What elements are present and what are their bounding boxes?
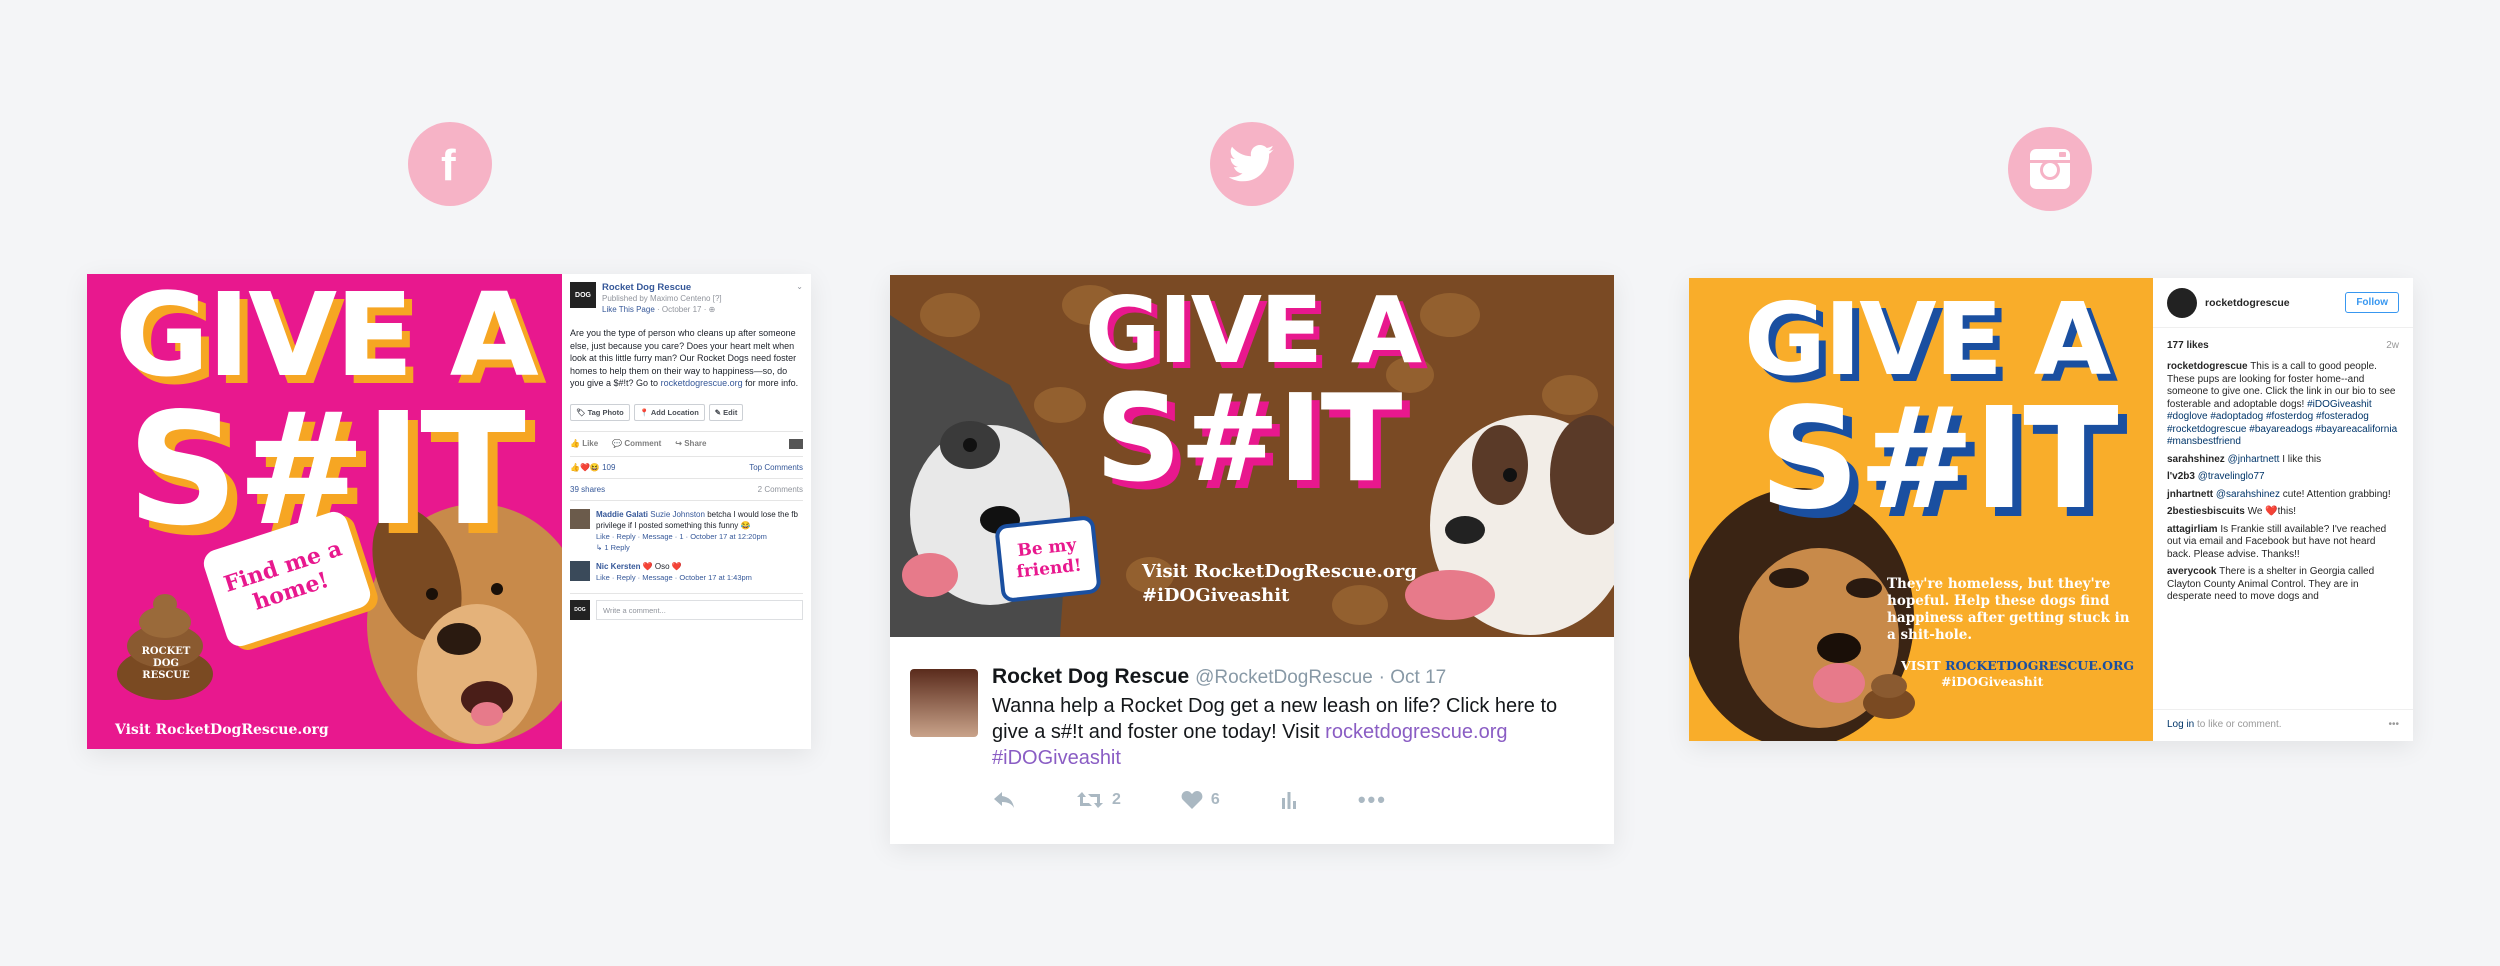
twitter-post-card: GIVE A S#IT Be my friend! Visit RocketDo… <box>890 275 1614 844</box>
likes-count[interactable]: 177 likes <box>2167 340 2209 351</box>
tweet-hashtag[interactable]: #iDOGiveashit <box>992 747 1121 769</box>
list-item: attagirliam Is Frankie still available? … <box>2167 523 2387 560</box>
tweet-text: Wanna help a Rocket Dog get a new leash … <box>992 695 1558 769</box>
list-item: averycook There is a shelter in Georgia … <box>2167 566 2375 602</box>
facebook-icon[interactable]: f <box>408 122 492 206</box>
commenter-avatar[interactable] <box>570 560 590 581</box>
heart-icon <box>1181 791 1203 809</box>
instagram-headline-shit: S#IT <box>1759 378 2119 541</box>
retweet-icon <box>1077 792 1103 808</box>
list-item: jnhartnett @sarahshinez cute! Attention … <box>2167 488 2391 500</box>
shares-count[interactable]: 39 shares <box>570 485 605 494</box>
post-text: Are you the type of person who cleans up… <box>570 328 799 388</box>
instagram-post-panel: rocketdogrescue Follow 177 likes 2w rock… <box>2153 278 2413 741</box>
comments-count[interactable]: 2 Comments <box>758 485 803 494</box>
post-age[interactable]: 2w <box>2386 340 2399 351</box>
retweet-button[interactable]: 2 <box>1076 790 1121 810</box>
facebook-logo-text: ROCKET DOG RESCUE <box>141 646 191 681</box>
twitter-poster-image: GIVE A S#IT Be my friend! Visit RocketDo… <box>890 275 1614 637</box>
page-selector-icon[interactable] <box>789 438 803 449</box>
like-count: 6 <box>1210 791 1220 808</box>
comment-item: Nic Kersten ❤️ Oso ❤️ Like · Reply · Mes… <box>570 557 803 587</box>
post-link[interactable]: rocketdogrescue.org <box>661 378 743 388</box>
profile-avatar[interactable] <box>2167 287 2197 318</box>
analytics-icon[interactable] <box>1280 790 1298 810</box>
comments-list[interactable]: rocketdogrescue This is a call to good p… <box>2153 357 2413 682</box>
like-button[interactable]: 👍 Like <box>570 439 598 448</box>
like-page-link[interactable]: Like This Page <box>602 305 655 314</box>
tweet-avatar[interactable] <box>910 669 978 737</box>
twitter-bubble-text: Be my friend! <box>994 514 1102 604</box>
twitter-headline-shit: S#IT <box>1095 370 1402 509</box>
more-icon[interactable]: ••• <box>1358 787 1387 813</box>
facebook-visit-text: Visit RocketDogRescue.org <box>115 722 329 738</box>
post-date: October 17 <box>661 305 702 314</box>
tweet-handle[interactable]: @RocketDogRescue <box>1195 667 1373 688</box>
reply-icon[interactable] <box>992 790 1016 810</box>
tweet-link[interactable]: rocketdogrescue.org <box>1325 721 1507 743</box>
twitter-icon[interactable] <box>1210 122 1294 206</box>
comment-button[interactable]: 💬 Comment <box>612 439 661 448</box>
follow-button[interactable]: Follow <box>2345 292 2399 313</box>
instagram-poster-text: They're homeless, but they're hopeful. H… <box>1887 576 2130 643</box>
page-avatar[interactable]: DOG <box>570 282 596 308</box>
comment-item: Maddie Galati Suzie Johnston betcha I wo… <box>570 505 803 557</box>
instagram-icon[interactable] <box>2008 127 2092 211</box>
twitter-headline-give-a: GIVE A <box>1085 277 1422 384</box>
retweet-count: 2 <box>1112 791 1121 808</box>
instagram-post-card: GIVE A S#IT They're homeless, but they'r… <box>1689 278 2413 741</box>
published-by: Published by Maximo Centeno [?] <box>602 294 722 303</box>
tweet-date[interactable]: · Oct 17 <box>1379 667 1447 688</box>
add-location-button[interactable]: 📍 Add Location <box>633 403 705 421</box>
caption: rocketdogrescue This is a call to good p… <box>2167 361 2398 447</box>
facebook-post-card: GIVE A S#IT Find me a home! ROCKET DOG R… <box>87 274 811 749</box>
tag-photo-button[interactable]: 🏷 Tag Photo <box>570 403 630 421</box>
like-button[interactable]: 6 <box>1181 790 1220 810</box>
more-options-icon[interactable]: ••• <box>2388 719 2399 732</box>
profile-username[interactable]: rocketdogrescue <box>2205 297 2290 309</box>
tweet-author-name[interactable]: Rocket Dog Rescue <box>992 665 1189 688</box>
facebook-headline-give-a: GIVE A <box>115 274 539 403</box>
svg-text:f: f <box>441 142 456 186</box>
replies-link[interactable]: ↳ 1 Reply <box>596 542 803 553</box>
edit-button[interactable]: ✎ Edit <box>708 403 744 421</box>
instagram-visit-text: VISIT ROCKETDOGRESCUE.ORG #iDOGiveashit <box>1901 658 2135 689</box>
tweet: Rocket Dog Rescue @RocketDogRescue · Oct… <box>890 637 1614 844</box>
share-button[interactable]: ↪ Share <box>675 439 706 448</box>
chevron-down-icon[interactable]: ⌄ <box>796 282 803 291</box>
list-item: l'v2b3 @travelinglo77 <box>2167 471 2265 482</box>
my-avatar: DOG <box>570 599 590 620</box>
instagram-poster-image: GIVE A S#IT They're homeless, but they'r… <box>1689 278 2153 741</box>
write-comment-input[interactable]: Write a comment... <box>596 599 803 620</box>
facebook-post-panel: DOG Rocket Dog Rescue Published by Maxim… <box>562 274 811 749</box>
top-comments-dropdown[interactable]: Top Comments <box>749 463 803 472</box>
twitter-visit-text: Visit RocketDogRescue.org #iDOGiveashit <box>1142 561 1417 606</box>
commenter-avatar[interactable] <box>570 508 590 529</box>
list-item: 2bestiesbiscuits We ❤️this! <box>2167 506 2296 517</box>
reaction-count[interactable]: 👍❤️😆 109 <box>570 463 615 472</box>
instagram-headline-give-a: GIVE A <box>1744 281 2111 398</box>
list-item: sarahshinez @jnhartnett I like this <box>2167 453 2322 465</box>
login-link[interactable]: Log in <box>2167 719 2194 730</box>
page-name[interactable]: Rocket Dog Rescue <box>602 282 722 293</box>
facebook-poster-image: GIVE A S#IT Find me a home! ROCKET DOG R… <box>87 274 562 749</box>
